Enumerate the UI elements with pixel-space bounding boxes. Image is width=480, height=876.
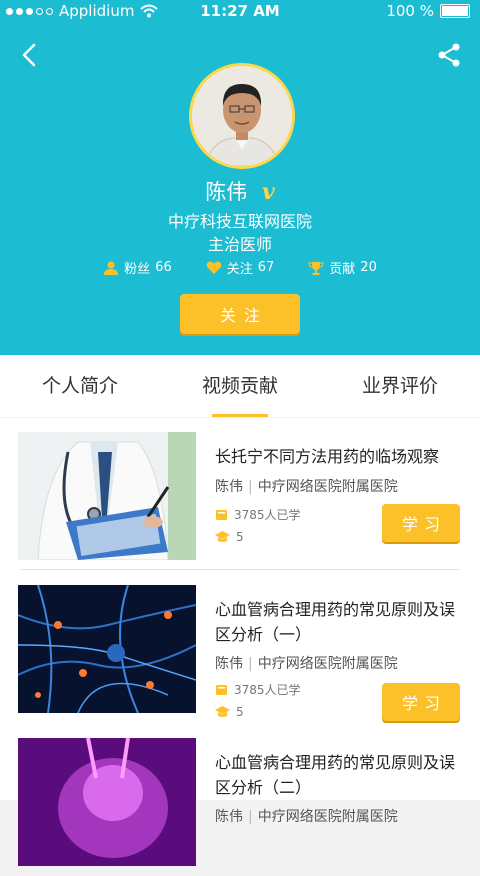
doctor-image	[18, 432, 196, 560]
course-org: 中疗网络医院附属医院	[257, 656, 398, 672]
stat-following[interactable]: 关注 67	[206, 258, 275, 277]
list-item[interactable]: 长托宁不同方法用药的临场观察 陈伟 | 中疗网络医院附属医院 3785人已学 5 学…	[0, 418, 480, 570]
stat-contribution-label: 贡献	[329, 262, 356, 277]
course-title[interactable]: 心血管病合理用药的常见原则及误区分析（二）	[215, 750, 465, 800]
list-item[interactable]: 心血管病合理用药的常见原则及误区分析（二） 陈伟 | 中疗网络医院附属医院	[0, 724, 480, 876]
tab-video-contribution[interactable]: 视频贡献	[160, 355, 320, 417]
stats-row: 粉丝 66 关注 67 贡献 20	[0, 258, 480, 277]
divider: |	[248, 656, 253, 672]
course-thumbnail	[18, 585, 196, 713]
learn-button[interactable]: 学习	[382, 683, 460, 721]
person-icon	[104, 261, 119, 275]
back-button[interactable]	[16, 40, 46, 70]
learn-button[interactable]: 学习	[382, 504, 460, 542]
stat-following-value: 67	[257, 260, 275, 275]
course-rating: 5	[215, 705, 244, 719]
stat-following-label: 关注	[226, 262, 253, 277]
rating-value: 5	[236, 705, 244, 719]
course-author-row: 陈伟 | 中疗网络医院附属医院	[215, 806, 398, 826]
graduation-cap-icon	[215, 531, 230, 542]
verified-badge: v	[261, 179, 275, 205]
course-author-row: 陈伟 | 中疗网络医院附属医院	[215, 653, 398, 673]
divider: |	[248, 809, 253, 825]
doctor-name: 陈伟	[205, 180, 248, 204]
share-button[interactable]	[434, 40, 464, 70]
course-rating: 5	[215, 530, 244, 544]
follow-button[interactable]: 关注	[180, 294, 300, 334]
heart-image	[18, 738, 196, 866]
course-thumbnail	[18, 738, 196, 866]
learner-count: 3785人已学	[234, 683, 301, 697]
stat-contribution-value: 20	[360, 260, 377, 275]
share-icon	[438, 43, 460, 67]
doctor-hospital: 中疗科技互联网医院	[167, 212, 312, 231]
list-item[interactable]: 心血管病合理用药的常见原则及误区分析（一） 陈伟 | 中疗网络医院附属医院 3785…	[0, 571, 480, 723]
profile-header: Applidium 11:27 AM 100 % 陈伟 v 中疗科技互联网医院 …	[0, 0, 480, 355]
battery-percent: 100 %	[386, 2, 434, 20]
course-thumbnail	[18, 432, 196, 560]
doctor-name-row: 陈伟 v	[0, 176, 480, 206]
stat-fans-label: 粉丝	[124, 262, 151, 277]
stat-fans[interactable]: 粉丝 66	[103, 258, 172, 277]
battery-icon	[440, 4, 470, 18]
stat-contribution[interactable]: 贡献 20	[308, 258, 377, 277]
rating-value: 5	[236, 530, 244, 544]
course-author-row: 陈伟 | 中疗网络医院附属医院	[215, 476, 398, 496]
divider: |	[248, 479, 253, 495]
stat-fans-value: 66	[155, 260, 172, 275]
course-learners: 3785人已学	[215, 681, 301, 698]
book-icon	[216, 509, 227, 520]
avatar-portrait	[192, 66, 292, 166]
learner-count: 3785人已学	[234, 508, 301, 522]
chevron-left-icon	[22, 43, 36, 67]
course-list: 长托宁不同方法用药的临场观察 陈伟 | 中疗网络医院附属医院 3785人已学 5 学…	[0, 418, 480, 866]
course-org: 中疗网络医院附属医院	[257, 479, 398, 495]
trophy-icon	[308, 261, 324, 275]
divider	[20, 569, 460, 570]
avatar	[189, 63, 295, 169]
book-icon	[216, 684, 227, 695]
neuron-image	[18, 585, 196, 713]
heart-icon	[206, 261, 222, 274]
battery-group: 100 %	[386, 2, 470, 20]
graduation-cap-icon	[215, 706, 230, 717]
doctor-title: 主治医师	[207, 235, 272, 254]
tab-peer-reviews[interactable]: 业界评价	[320, 355, 480, 417]
status-bar: Applidium 11:27 AM 100 %	[0, 0, 480, 24]
profile-tabs: 个人简介 视频贡献 业界评价	[0, 355, 480, 417]
course-author: 陈伟	[215, 809, 243, 825]
course-org: 中疗网络医院附属医院	[257, 809, 398, 825]
course-author: 陈伟	[215, 656, 243, 672]
course-title[interactable]: 长托宁不同方法用药的临场观察	[215, 444, 465, 469]
course-learners: 3785人已学	[215, 506, 301, 523]
course-title[interactable]: 心血管病合理用药的常见原则及误区分析（一）	[215, 597, 465, 647]
tab-introduction[interactable]: 个人简介	[0, 355, 160, 417]
course-author: 陈伟	[215, 479, 243, 495]
